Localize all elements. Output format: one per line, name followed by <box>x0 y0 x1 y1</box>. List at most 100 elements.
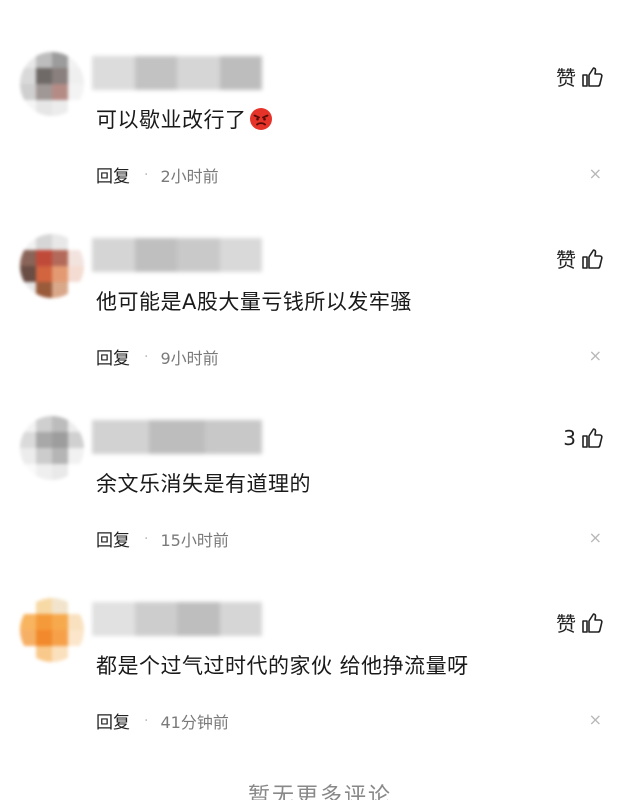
avatar-pixel <box>52 464 68 480</box>
username-blurred[interactable] <box>92 420 263 454</box>
close-icon[interactable]: × <box>589 164 602 183</box>
comment-text: 都是个过气过时代的家伙 给他挣流量呀 <box>96 654 469 678</box>
avatar[interactable] <box>20 234 84 298</box>
username-pixel <box>177 602 220 636</box>
avatar-pixel <box>20 416 36 432</box>
avatar-pixel <box>68 84 84 100</box>
avatar-pixel <box>52 282 68 298</box>
avatar-pixel <box>36 464 52 480</box>
username-pixel <box>134 56 177 90</box>
close-icon[interactable]: × <box>589 710 602 729</box>
avatar[interactable] <box>20 52 84 116</box>
like-button[interactable]: 3 <box>563 426 604 450</box>
reply-button[interactable]: 回复 <box>96 162 130 187</box>
username-blurred[interactable] <box>92 238 262 272</box>
avatar-pixel <box>68 464 84 480</box>
avatar-pixel <box>20 464 36 480</box>
avatar-pixel <box>36 630 52 646</box>
avatar-pixel <box>20 630 36 646</box>
like-button[interactable]: 赞 <box>556 244 604 273</box>
avatar-pixel <box>68 432 84 448</box>
username-pixel <box>219 56 262 90</box>
username-pixel <box>92 602 135 636</box>
like-label: 赞 <box>556 66 576 90</box>
username-pixel <box>92 420 149 454</box>
avatar-pixel <box>36 598 52 614</box>
avatar-pixel <box>52 250 68 266</box>
avatar-pixel <box>36 432 52 448</box>
avatar-pixel <box>68 646 84 662</box>
avatar-pixel <box>52 52 68 68</box>
avatar-pixel <box>52 84 68 100</box>
avatar-pixel <box>20 598 36 614</box>
no-more-comments-text: 暂无更多评论 <box>247 784 392 800</box>
like-label: 赞 <box>556 248 576 272</box>
avatar-pixel <box>36 448 52 464</box>
timestamp: 41分钟前 <box>160 712 229 732</box>
avatar-pixel <box>52 416 68 432</box>
timestamp: 15小时前 <box>160 530 229 550</box>
username-pixel <box>92 56 135 90</box>
avatar-pixel <box>20 234 36 250</box>
avatar-pixel <box>20 448 36 464</box>
avatar-pixel <box>68 282 84 298</box>
username-pixel <box>134 602 177 636</box>
avatar-pixel <box>52 266 68 282</box>
avatar-pixel <box>36 282 52 298</box>
reply-button[interactable]: 回复 <box>96 708 130 733</box>
username-pixel <box>205 420 263 454</box>
avatar-pixel <box>68 68 84 84</box>
thumbs-up-icon <box>582 612 603 633</box>
comment-feed: 赞 可以歇业改行了 回复 · 2小时前 × 赞 他可能是A股大量亏钱所以发牢骚 … <box>0 0 640 800</box>
avatar-pixel <box>52 234 68 250</box>
separator-dot: · <box>144 530 149 547</box>
username-pixel <box>92 238 135 272</box>
username-pixel <box>219 602 262 636</box>
thumbs-up-icon <box>582 428 603 448</box>
avatar[interactable] <box>20 416 84 480</box>
reply-button[interactable]: 回复 <box>96 526 130 551</box>
like-button[interactable]: 赞 <box>556 608 604 637</box>
comment-item: 赞 都是个过气过时代的家伙 给他挣流量呀 回复 · 41分钟前 × <box>0 592 640 774</box>
like-button[interactable]: 赞 <box>556 62 604 91</box>
avatar-pixel <box>52 432 68 448</box>
reply-button[interactable]: 回复 <box>96 344 130 369</box>
avatar[interactable] <box>20 598 84 662</box>
avatar-pixel <box>36 100 52 116</box>
comment-item: 3 余文乐消失是有道理的 回复 · 15小时前 × <box>0 410 640 592</box>
comment-meta: 回复 · 2小时前 <box>96 162 219 188</box>
avatar-pixel <box>36 84 52 100</box>
separator-dot: · <box>144 348 149 365</box>
username-blurred[interactable] <box>92 56 262 90</box>
username-pixel <box>134 238 177 272</box>
username-blurred[interactable] <box>92 602 262 636</box>
separator-dot: · <box>144 166 149 183</box>
avatar-pixel <box>68 448 84 464</box>
avatar-pixel <box>36 68 52 84</box>
avatar-pixel <box>36 614 52 630</box>
avatar-pixel <box>36 416 52 432</box>
avatar-pixel <box>68 614 84 630</box>
comment-meta: 回复 · 15小时前 <box>96 526 229 552</box>
avatar-pixel <box>68 630 84 646</box>
avatar-pixel <box>20 52 36 68</box>
avatar-pixel <box>20 614 36 630</box>
avatar-pixel <box>52 68 68 84</box>
avatar-pixel <box>52 100 68 116</box>
thumbs-up-icon <box>582 66 603 87</box>
comment-item: 赞 可以歇业改行了 回复 · 2小时前 × <box>0 46 640 228</box>
avatar-pixel <box>68 100 84 116</box>
username-pixel <box>177 238 220 272</box>
avatar-pixel <box>36 646 52 662</box>
close-icon[interactable]: × <box>589 346 602 365</box>
avatar-pixel <box>36 234 52 250</box>
avatar-pixel <box>20 282 36 298</box>
avatar-pixel <box>52 448 68 464</box>
avatar-pixel <box>52 598 68 614</box>
comment-text: 可以歇业改行了 <box>96 104 273 134</box>
avatar-pixel <box>20 68 36 84</box>
close-icon[interactable]: × <box>589 528 602 547</box>
avatar-pixel <box>36 250 52 266</box>
comment-item: 赞 他可能是A股大量亏钱所以发牢骚 回复 · 9小时前 × <box>0 228 640 410</box>
avatar-pixel <box>52 646 68 662</box>
